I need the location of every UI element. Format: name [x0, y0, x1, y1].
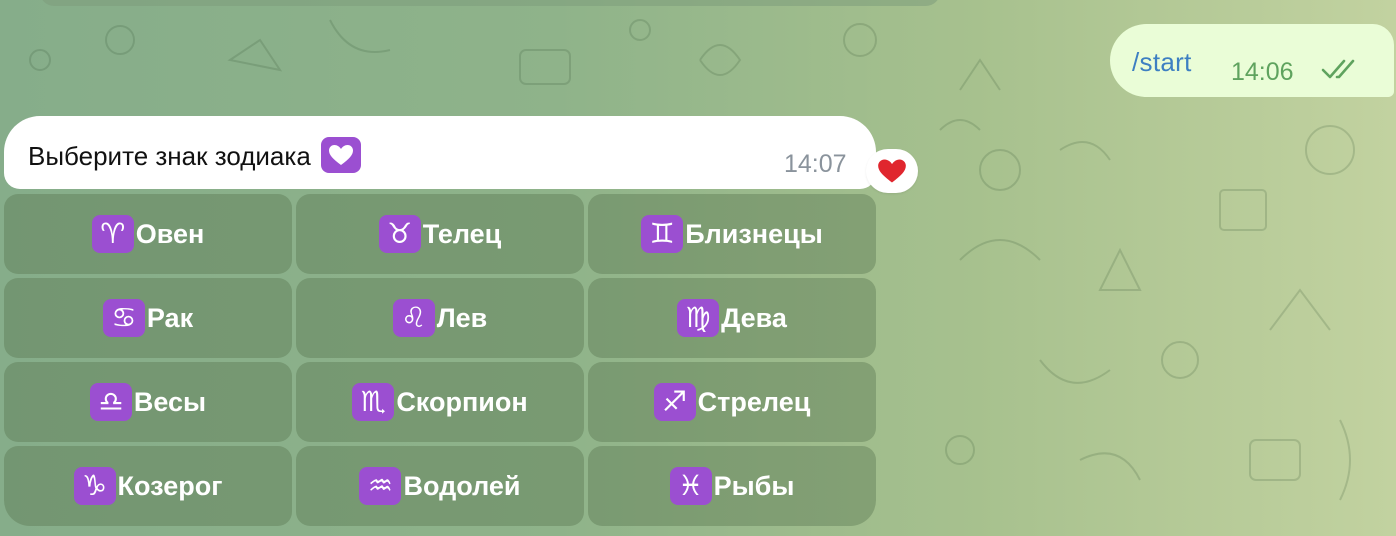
zodiac-button-virgo[interactable]: ♍ Дева — [588, 278, 876, 358]
zodiac-button-aquarius[interactable]: ♒ Водолей — [296, 446, 584, 526]
incoming-message-content: Выберите знак зодиака — [28, 137, 361, 173]
cancer-icon: ♋ — [102, 299, 145, 337]
incoming-message-time: 14:07 — [784, 150, 847, 178]
zodiac-button-aries[interactable]: ♈ Овен — [4, 194, 292, 274]
aries-icon: ♈ — [91, 215, 134, 253]
leo-icon: ♌ — [392, 299, 435, 337]
zodiac-button-scorpio[interactable]: ♏ Скорпион — [296, 362, 584, 442]
previous-message-edge — [40, 0, 940, 6]
aquarius-icon: ♒ — [359, 467, 402, 505]
incoming-message-text: Выберите знак зодиака — [28, 140, 311, 171]
purple-heart-emoji-icon — [320, 137, 361, 173]
gemini-icon: ♊ — [641, 215, 684, 253]
virgo-icon: ♍ — [677, 299, 720, 337]
heart-reaction[interactable] — [866, 149, 918, 193]
zodiac-button-label: Дева — [721, 302, 787, 333]
zodiac-button-taurus[interactable]: ♉ Телец — [296, 194, 584, 274]
outgoing-message-text[interactable]: /start — [1132, 47, 1192, 78]
zodiac-button-sagittarius[interactable]: ♐ Стрелец — [588, 362, 876, 442]
capricorn-icon: ♑ — [73, 467, 116, 505]
zodiac-button-label: Лев — [436, 302, 488, 333]
zodiac-button-label: Скорпион — [396, 386, 528, 417]
outgoing-message-bubble[interactable]: /start 14:06 — [1110, 24, 1394, 97]
red-heart-icon — [878, 159, 906, 183]
scorpio-icon: ♏ — [352, 383, 395, 421]
sagittarius-icon: ♐ — [653, 383, 696, 421]
zodiac-button-gemini[interactable]: ♊ Близнецы — [588, 194, 876, 274]
zodiac-button-label: Водолей — [403, 470, 521, 501]
zodiac-button-label: Весы — [133, 386, 207, 417]
zodiac-button-capricorn[interactable]: ♑ Козерог — [4, 446, 292, 526]
pisces-icon: ♓ — [669, 467, 712, 505]
zodiac-button-label: Близнецы — [685, 218, 823, 249]
zodiac-button-label: Овен — [135, 218, 205, 249]
zodiac-button-label: Рак — [146, 302, 194, 333]
zodiac-button-pisces[interactable]: ♓ Рыбы — [588, 446, 876, 526]
zodiac-button-label: Стрелец — [697, 386, 811, 417]
incoming-message-bubble[interactable]: Выберите знак зодиака 14:07 — [4, 116, 876, 189]
double-check-icon — [1321, 59, 1355, 79]
outgoing-message-time: 14:06 — [1231, 58, 1294, 86]
zodiac-button-leo[interactable]: ♌ Лев — [296, 278, 584, 358]
zodiac-button-label: Телец — [422, 218, 502, 249]
zodiac-button-label: Козерог — [117, 470, 223, 501]
taurus-icon: ♉ — [378, 215, 421, 253]
zodiac-button-label: Рыбы — [713, 470, 795, 501]
zodiac-button-cancer[interactable]: ♋ Рак — [4, 278, 292, 358]
libra-icon: ♎ — [89, 383, 132, 421]
zodiac-button-libra[interactable]: ♎ Весы — [4, 362, 292, 442]
